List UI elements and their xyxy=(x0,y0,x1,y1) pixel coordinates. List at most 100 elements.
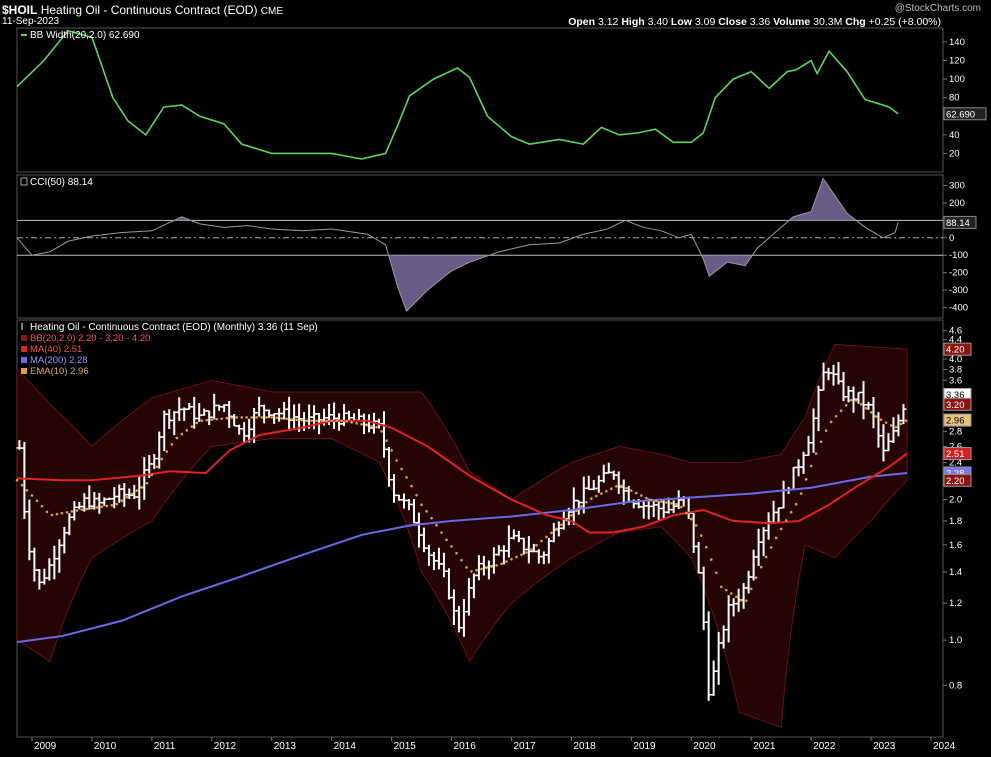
ema10-dot xyxy=(545,535,548,539)
ema10-dot xyxy=(784,519,788,522)
x-tick-label: 2010 xyxy=(94,741,117,752)
x-tick-label: 2021 xyxy=(753,741,776,752)
ema10-dot xyxy=(899,422,903,426)
ema10-dot xyxy=(520,553,523,557)
ema10-dot xyxy=(804,478,808,481)
ema10-dot xyxy=(684,511,688,515)
price-tick-label: 3.6 xyxy=(949,375,962,386)
series-legend-ema10: EMA(10) 2.96 xyxy=(30,366,89,377)
price-tick-label: 4.6 xyxy=(949,326,962,337)
ema10-dot xyxy=(135,489,139,492)
ema10-dot xyxy=(285,417,289,421)
series-legend-bb_upper: BB(20,2.0) 2.20 - 3.20 - 4.20 xyxy=(30,333,150,344)
bbw-tick-label: 140 xyxy=(949,37,965,48)
ema10-dot xyxy=(240,416,244,419)
ema10-dot xyxy=(310,419,313,423)
ema10-dot xyxy=(90,506,94,510)
ema10-dot xyxy=(105,504,109,508)
ema10-dot xyxy=(585,500,588,504)
ema10-dot xyxy=(595,494,598,498)
ema10-dot xyxy=(480,567,483,571)
ema10-dot xyxy=(425,510,428,513)
panel-frame-2 xyxy=(16,174,944,319)
price-legend: Heating Oil - Continuous Contract (EOD) … xyxy=(30,322,318,333)
ema10-dot xyxy=(45,510,49,514)
ema10-dot xyxy=(560,523,563,527)
ema10-dot xyxy=(859,402,863,406)
bbw-legend: BB Width(20,2.0) 62.690 xyxy=(30,30,140,41)
ema10-dot xyxy=(55,512,59,516)
ema10-dot xyxy=(864,406,868,410)
bollinger-band xyxy=(16,343,908,728)
ema10-dot xyxy=(625,486,628,490)
ema10-dot xyxy=(235,416,239,419)
ema10-dot xyxy=(734,595,738,599)
x-tick-label: 2013 xyxy=(274,741,297,752)
ema10-dot xyxy=(879,418,883,421)
ema10-dot xyxy=(195,421,199,425)
ema10-dot xyxy=(769,546,773,549)
ema10-dot xyxy=(265,416,269,419)
ema10-dot xyxy=(630,489,633,492)
ema10-dot xyxy=(445,538,448,542)
ema10-dot xyxy=(834,414,838,418)
ema10-dot xyxy=(145,481,149,485)
price-label-ma40: 2.51 xyxy=(946,449,965,460)
ema10-dot xyxy=(85,507,89,511)
ema10-dot xyxy=(180,432,184,436)
price-tick-label: 1.6 xyxy=(949,540,962,551)
ema10-dot xyxy=(660,500,663,503)
ema10-dot xyxy=(610,487,613,491)
ema10-dot xyxy=(270,416,274,419)
ema10-dot xyxy=(230,416,234,420)
ema10-dot xyxy=(200,419,204,422)
cci-tick-label: -100 xyxy=(949,250,968,261)
ema10-dot xyxy=(390,449,393,452)
ema10-dot xyxy=(360,422,363,426)
ema10-dot xyxy=(699,534,703,537)
ema10-dot xyxy=(340,419,343,423)
ema10-dot xyxy=(884,421,888,424)
ema10-dot xyxy=(809,464,813,468)
ema10-dot xyxy=(465,566,468,569)
ema10-dot xyxy=(65,510,69,514)
ema10-dot xyxy=(260,416,264,419)
ema10-dot xyxy=(470,570,473,573)
ema10-dot xyxy=(405,476,408,479)
ema10-dot xyxy=(305,419,308,422)
ema10-dot xyxy=(640,494,643,497)
ema10-dot xyxy=(350,421,353,424)
ema10-dot xyxy=(365,423,368,427)
ema10-dot xyxy=(35,499,39,503)
bbwidth-line xyxy=(16,29,899,160)
x-tick-label: 2017 xyxy=(513,741,536,752)
ema10-dot xyxy=(290,417,294,421)
ema10-dot xyxy=(60,511,64,515)
cci-tick-label: 300 xyxy=(949,180,965,191)
ema10-dot xyxy=(570,514,573,517)
ema10-dot xyxy=(410,484,413,488)
ema10-dot xyxy=(664,501,668,504)
ema10-dot xyxy=(749,587,753,591)
series-legend-ma40: MA(40) 2.51 xyxy=(30,344,82,355)
bbw-tick-label: 40 xyxy=(949,130,960,141)
price-tick-label: 2.8 xyxy=(949,426,962,437)
ema10-dot xyxy=(300,418,303,422)
ema10-dot xyxy=(225,416,229,420)
ema10-dot xyxy=(450,545,453,548)
ema10-dot xyxy=(679,505,683,509)
ema10-dot xyxy=(160,457,164,461)
ema10-dot xyxy=(435,523,438,527)
ema10-dot xyxy=(510,557,513,561)
ema10-dot xyxy=(140,486,144,489)
ema10-dot xyxy=(889,424,893,427)
ema10-dot xyxy=(779,527,783,531)
ema10-dot xyxy=(250,416,254,419)
x-tick-label: 2022 xyxy=(813,741,836,752)
ema10-dot xyxy=(190,425,194,428)
ema10-dot xyxy=(175,436,179,440)
ema10-dot xyxy=(754,576,758,579)
series-legend-ma200: MA(200) 2.28 xyxy=(30,355,88,366)
price-tick-label: 1.8 xyxy=(949,516,962,527)
price-tick-label: 0.8 xyxy=(949,680,962,691)
